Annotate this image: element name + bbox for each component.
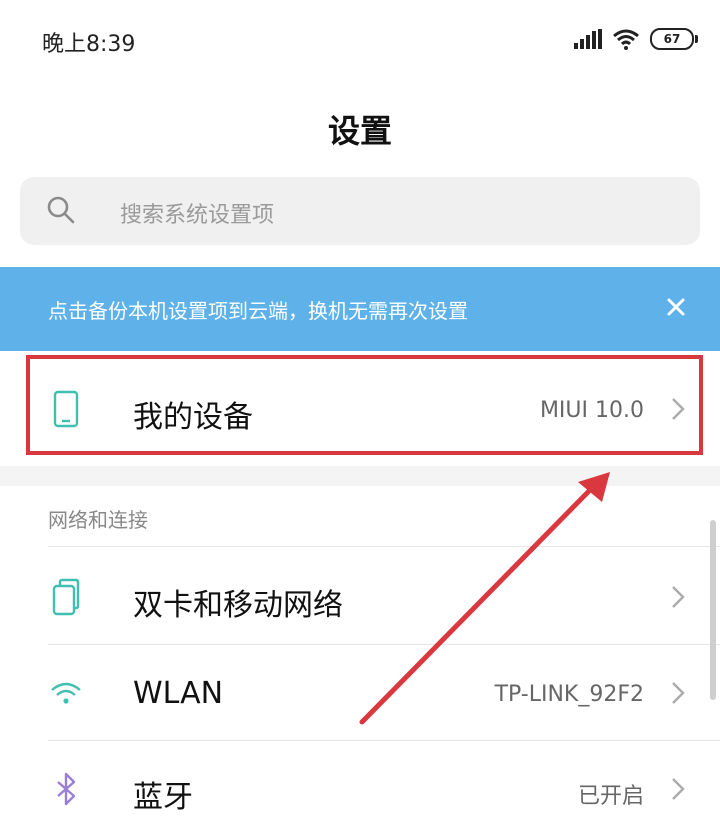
battery-level: 67 [663, 32, 681, 46]
divider [48, 740, 720, 741]
page-title: 设置 [327, 112, 392, 150]
backup-banner[interactable]: 点击备份本机设置项到云端，换机无需再次设置 [0, 267, 720, 351]
section-gap [0, 466, 720, 486]
signal-icon [574, 29, 602, 49]
wlan-value: TP-LINK_92F2 [494, 682, 644, 707]
sim-card-icon [52, 578, 80, 616]
banner-text: 点击备份本机设置项到云端，换机无需再次设置 [48, 299, 468, 323]
battery-icon: 67 [650, 28, 698, 50]
divider [48, 644, 720, 645]
status-time: 晚上8:39 [42, 32, 136, 57]
status-icons: 67 [574, 26, 698, 52]
close-icon[interactable] [662, 293, 690, 321]
scrollbar[interactable] [710, 520, 716, 700]
bluetooth-label: 蓝牙 [133, 780, 193, 815]
chevron-right-icon [672, 682, 685, 704]
chevron-right-icon [672, 778, 685, 800]
sim-network-label: 双卡和移动网络 [133, 588, 343, 623]
bluetooth-value: 已开启 [577, 784, 644, 809]
highlight-box [26, 355, 703, 455]
search-icon [47, 196, 75, 224]
sim-network-item[interactable]: 双卡和移动网络 [0, 550, 720, 646]
divider [48, 546, 720, 547]
bluetooth-item[interactable]: 蓝牙 已开启 [0, 742, 720, 838]
section-header: 网络和连接 [48, 508, 148, 532]
status-bar: 晚上8:39 67 [0, 0, 720, 80]
bluetooth-icon [57, 772, 76, 806]
wifi-icon [51, 682, 81, 704]
wlan-label: WLAN [133, 676, 224, 711]
chevron-right-icon [672, 586, 685, 608]
search-input[interactable]: 搜索系统设置项 [20, 177, 700, 245]
wlan-item[interactable]: WLAN TP-LINK_92F2 [0, 646, 720, 742]
search-placeholder: 搜索系统设置项 [120, 203, 275, 228]
wifi-icon [613, 29, 639, 50]
